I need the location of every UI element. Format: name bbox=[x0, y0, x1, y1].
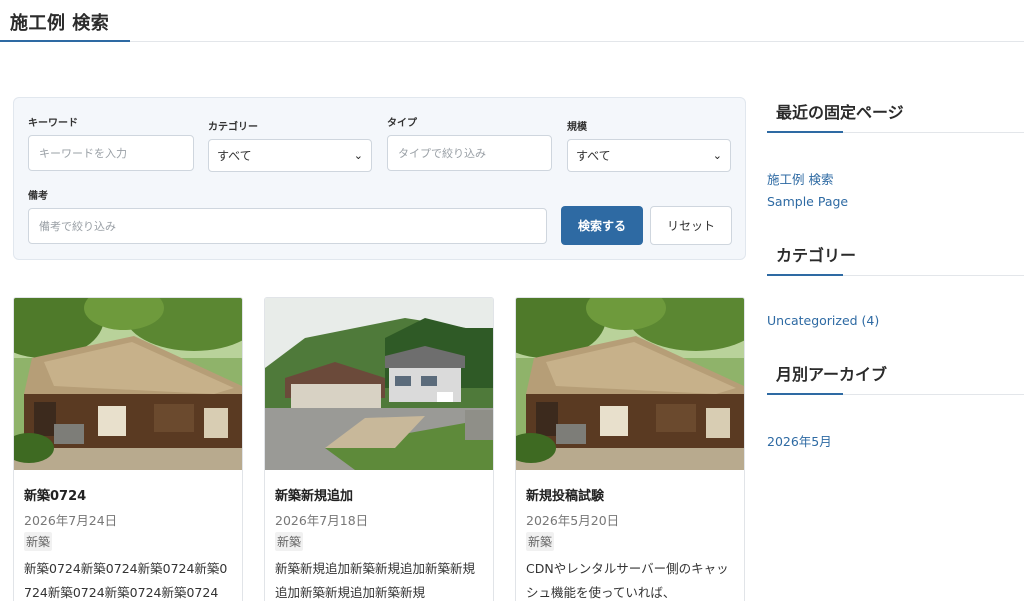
heading-accent bbox=[767, 131, 843, 133]
search-button[interactable]: 検索する bbox=[561, 206, 643, 245]
card-title[interactable]: 新築0724 bbox=[24, 485, 86, 504]
card-date: 2026年7月24日 bbox=[24, 513, 118, 528]
card-thumbnail[interactable] bbox=[516, 298, 744, 470]
card-tag[interactable]: 新築 bbox=[24, 532, 53, 551]
sidebar-link-page[interactable]: 施工例 検索 bbox=[767, 169, 833, 188]
card-tag[interactable]: 新築 bbox=[275, 532, 304, 551]
thatched-house-image bbox=[14, 298, 242, 470]
sidebar-heading-categories: カテゴリー bbox=[767, 242, 1024, 278]
sidebar-heading-archives: 月別アーカイブ bbox=[767, 361, 1024, 397]
remarks-label: 備考 bbox=[28, 191, 48, 202]
card-date: 2026年5月20日 bbox=[526, 513, 620, 528]
village-houses-image bbox=[265, 298, 493, 470]
card-thumbnail[interactable] bbox=[265, 298, 493, 470]
card-excerpt: 新築新規追加新築新規追加新築新規追加新築新規追加新築新規 bbox=[275, 561, 476, 600]
result-card[interactable]: 新築0724 2026年7月24日 新築 新築0724新築0724新築0724新… bbox=[13, 297, 243, 601]
search-panel: キーワード カテゴリー すべて ⌄ タイプ 規模 すべて ⌄ 備考 検索する リ… bbox=[13, 97, 746, 260]
scale-label: 規模 bbox=[567, 122, 587, 133]
sidebar-heading-text: カテゴリー bbox=[776, 246, 857, 265]
category-label: カテゴリー bbox=[208, 122, 258, 133]
type-label: タイプ bbox=[387, 118, 417, 129]
page-header: 施工例 検索 bbox=[0, 0, 1024, 42]
card-excerpt: 新築0724新築0724新築0724新築0724新築0724新築0724新築07… bbox=[24, 561, 228, 600]
card-tag[interactable]: 新築 bbox=[526, 532, 555, 551]
remarks-input[interactable] bbox=[28, 208, 547, 244]
category-select-value: すべて bbox=[217, 149, 252, 163]
chevron-down-icon: ⌄ bbox=[712, 149, 722, 162]
chevron-down-icon: ⌄ bbox=[353, 149, 363, 162]
card-thumbnail[interactable] bbox=[14, 298, 242, 470]
scale-select-value: すべて bbox=[576, 149, 611, 163]
sidebar-link-archive[interactable]: 2026年5月 bbox=[767, 431, 832, 450]
reset-button[interactable]: リセット bbox=[650, 206, 732, 245]
scale-select[interactable]: すべて ⌄ bbox=[567, 139, 731, 172]
keyword-input[interactable] bbox=[28, 135, 194, 171]
result-card[interactable]: 新規投稿試験 2026年5月20日 新築 CDNやレンタルサーバー側のキャッシュ… bbox=[515, 297, 745, 601]
sidebar-link-category[interactable]: Uncategorized (4) bbox=[767, 313, 879, 328]
thatched-house-image bbox=[516, 298, 744, 470]
card-title[interactable]: 新築新規追加 bbox=[275, 485, 353, 504]
card-excerpt: CDNやレンタルサーバー側のキャッシュ機能を使っていれば、 bbox=[526, 561, 729, 600]
card-date: 2026年7月18日 bbox=[275, 513, 369, 528]
sidebar-link-page[interactable]: Sample Page bbox=[767, 194, 848, 209]
page-title: 施工例 検索 bbox=[10, 13, 110, 34]
sidebar-heading-text: 月別アーカイブ bbox=[776, 365, 888, 384]
heading-accent bbox=[767, 274, 843, 276]
card-title[interactable]: 新規投稿試験 bbox=[526, 485, 604, 504]
result-card[interactable]: 新築新規追加 2026年7月18日 新築 新築新規追加新築新規追加新築新規追加新… bbox=[264, 297, 494, 601]
keyword-label: キーワード bbox=[28, 118, 78, 129]
type-input[interactable] bbox=[387, 135, 552, 171]
category-select[interactable]: すべて ⌄ bbox=[208, 139, 372, 172]
heading-accent bbox=[767, 393, 843, 395]
sidebar-heading-recent-pages: 最近の固定ページ bbox=[767, 99, 1024, 135]
page-title-underline bbox=[0, 40, 130, 42]
sidebar-heading-text: 最近の固定ページ bbox=[776, 103, 904, 122]
